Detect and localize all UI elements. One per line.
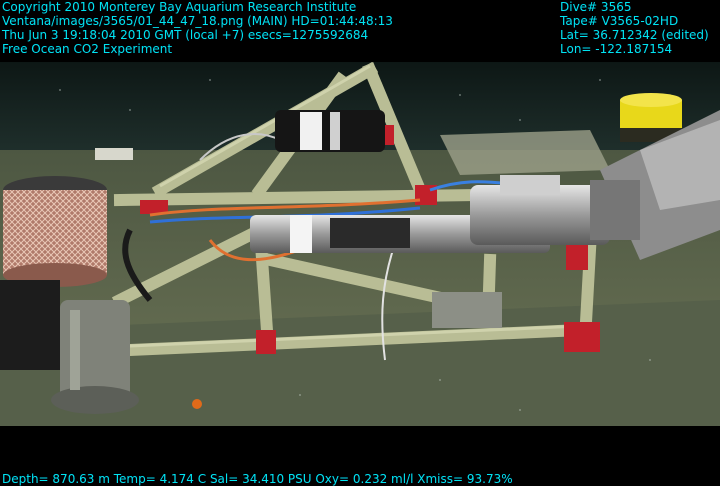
- tape-number: Tape# V3565-02HD: [560, 14, 679, 28]
- image-path-line: Ventana/images/3565/01_44_47_18.png (MAI…: [2, 14, 393, 28]
- sensor-readout: Depth= 870.63 m Temp= 4.174 C Sal= 34.41…: [2, 472, 513, 486]
- mesh-basket: [3, 176, 107, 287]
- video-frame: Copyright 2010 Monterey Bay Aquarium Res…: [0, 0, 720, 486]
- dive-number: Dive# 3565: [560, 0, 632, 14]
- experiment-name: Free Ocean CO2 Experiment: [2, 42, 173, 56]
- latitude: Lat= 36.712342 (edited): [560, 28, 709, 42]
- sea-creature: [192, 399, 202, 409]
- upper-canister: [275, 110, 385, 152]
- copyright-line: Copyright 2010 Monterey Bay Aquarium Res…: [2, 0, 357, 14]
- timestamp-line: Thu Jun 3 19:18:04 2010 GMT (local +7) e…: [2, 28, 369, 42]
- gray-block: [432, 292, 502, 328]
- longitude: Lon= -122.187154: [560, 42, 673, 56]
- underwater-scene: [0, 0, 720, 486]
